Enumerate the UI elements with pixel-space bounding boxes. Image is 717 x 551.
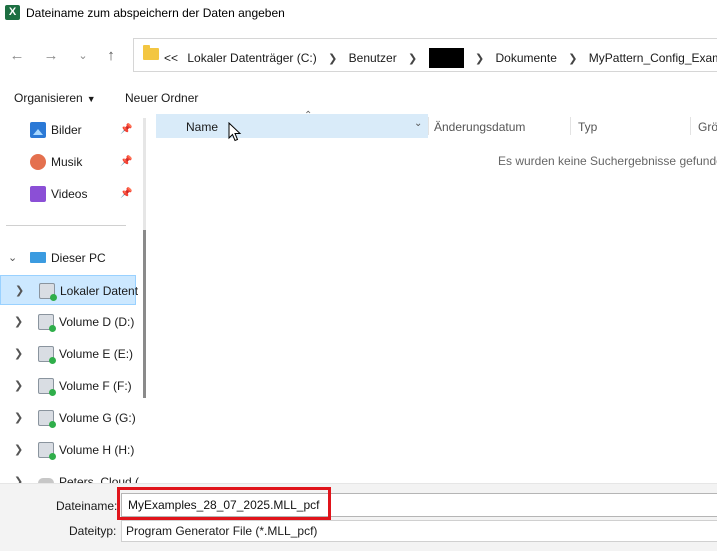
sidebar-item-videos[interactable]: Videos 📌 — [0, 179, 136, 209]
back-arrow-icon[interactable]: ← — [4, 42, 30, 68]
sidebar-item-drive-c[interactable]: ❯ Lokaler Datent — [0, 275, 139, 305]
window-title: Dateiname zum abspeichern der Daten ange… — [26, 6, 285, 20]
chevron-right-icon[interactable]: ❯ — [14, 379, 23, 392]
column-header-name[interactable]: ⌃ Name ⌄ — [156, 110, 428, 142]
sidebar-item-label: Dieser PC — [51, 251, 106, 265]
pin-icon[interactable]: 📌 — [120, 124, 132, 135]
sidebar-item-drive-g[interactable]: ❯ Volume G (G:) — [0, 403, 136, 433]
chevron-right-icon[interactable]: ❯ — [14, 347, 23, 360]
sidebar-item-label: Lokaler Datent — [60, 284, 139, 298]
caret-down-icon: ▼ — [86, 94, 96, 104]
videos-icon — [30, 186, 46, 202]
chevron-right-icon[interactable]: ❯ — [14, 411, 23, 424]
sidebar-item-pictures[interactable]: Bilder 📌 — [0, 115, 136, 145]
recent-locations-chevron-icon[interactable]: ⌄ — [70, 42, 96, 68]
column-header-size[interactable]: Grö — [698, 120, 717, 144]
sidebar-item-label: Volume F (F:) — [59, 379, 132, 393]
sidebar-item-drive-h[interactable]: ❯ Volume H (H:) — [0, 435, 136, 465]
sidebar-item-label: Bilder — [51, 123, 82, 137]
computer-icon — [30, 252, 46, 263]
breadcrumb-users[interactable]: Benutzer — [349, 51, 397, 65]
divider — [6, 225, 126, 226]
breadcrumb-documents[interactable]: Dokumente — [496, 51, 557, 65]
navigation-pane: Bilder 📌 Musik 📌 Videos 📌 ⌄ Dieser PC ❯ … — [0, 114, 150, 483]
chevron-down-icon[interactable]: ⌄ — [414, 118, 422, 129]
sidebar-item-label: Musik — [51, 155, 83, 169]
folder-icon — [143, 45, 159, 60]
redacted-username — [428, 48, 464, 68]
drive-icon — [38, 378, 56, 396]
empty-results-message: Es wurden keine Suchergebnisse gefunden. — [498, 154, 717, 168]
sidebar-item-drive-e[interactable]: ❯ Volume E (E:) — [0, 339, 136, 369]
breadcrumb: << Lokaler Datenträger (C:) ❯ Benutzer ❯… — [164, 48, 717, 68]
sidebar-item-label: Peters_Cloud ( — [59, 475, 140, 483]
chevron-right-icon[interactable]: ❯ — [408, 53, 417, 65]
sidebar-item-music[interactable]: Musik 📌 — [0, 147, 136, 177]
drive-icon — [38, 346, 56, 364]
music-icon — [30, 154, 46, 170]
chevron-down-icon[interactable]: ⌄ — [8, 251, 17, 264]
pin-icon[interactable]: 📌 — [120, 188, 132, 199]
drive-icon — [38, 314, 56, 332]
pictures-icon — [30, 122, 46, 138]
title-bar: X Dateiname zum abspeichern der Daten an… — [0, 0, 717, 28]
pin-icon[interactable]: 📌 — [120, 156, 132, 167]
mouse-cursor-icon — [228, 122, 242, 142]
chevron-right-icon[interactable]: ❯ — [14, 315, 23, 328]
save-options-panel: Dateiname: Dateityp: Program Generator F… — [0, 483, 717, 551]
column-header-date[interactable]: Änderungsdatum — [434, 120, 525, 144]
sidebar-item-drive-d[interactable]: ❯ Volume D (D:) — [0, 307, 136, 337]
up-arrow-icon[interactable]: ↑ — [98, 42, 124, 68]
file-list: ⌃ Name ⌄ Änderungsdatum Typ Grö Es wurde… — [150, 110, 717, 483]
column-divider[interactable] — [690, 117, 691, 135]
sidebar-item-label: Volume H (H:) — [59, 443, 135, 457]
chevron-right-icon[interactable]: ❯ — [475, 53, 484, 65]
forward-arrow-icon[interactable]: → — [38, 42, 64, 68]
filetype-label: Dateityp: — [69, 524, 117, 538]
sort-ascending-icon: ⌃ — [304, 110, 313, 121]
drive-icon — [38, 410, 56, 428]
annotation-highlight-box — [117, 487, 331, 520]
filename-label: Dateiname: — [56, 499, 118, 513]
sidebar-scrollbar-thumb[interactable] — [143, 230, 146, 398]
filetype-select[interactable]: Program Generator File (*.MLL_pcf) — [121, 520, 717, 542]
column-divider[interactable] — [428, 117, 429, 135]
sidebar-item-this-pc[interactable]: ⌄ Dieser PC — [0, 243, 136, 273]
breadcrumb-local-disk[interactable]: Lokaler Datenträger (C:) — [187, 51, 316, 65]
drive-icon — [39, 283, 57, 301]
chevron-right-icon[interactable]: ❯ — [568, 53, 577, 65]
sidebar-item-label: Volume E (E:) — [59, 347, 134, 361]
chevron-right-icon[interactable]: ❯ — [15, 284, 24, 297]
column-header-label: Name — [186, 120, 219, 134]
sidebar-item-drive-f[interactable]: ❯ Volume F (F:) — [0, 371, 136, 401]
sidebar-item-label: Volume G (G:) — [59, 411, 136, 425]
drive-icon — [38, 442, 56, 460]
column-divider[interactable] — [570, 117, 571, 135]
chevron-right-icon[interactable]: ❯ — [14, 475, 23, 483]
sidebar-item-label: Volume D (D:) — [59, 315, 135, 329]
excel-icon: X — [5, 5, 20, 20]
organize-label: Organisieren — [14, 91, 83, 105]
breadcrumb-current-folder[interactable]: MyPattern_Config_Examples — [589, 51, 717, 65]
new-folder-button[interactable]: Neuer Ordner — [125, 91, 198, 105]
sidebar-item-cloud[interactable]: ❯ Peters_Cloud ( — [0, 467, 140, 483]
chevron-right-icon[interactable]: ❯ — [14, 443, 23, 456]
organize-button[interactable]: Organisieren ▼ — [14, 91, 96, 105]
sidebar-item-label: Videos — [51, 187, 88, 201]
command-bar: Organisieren ▼ Neuer Ordner — [0, 84, 717, 112]
breadcrumb-overflow[interactable]: << — [164, 51, 178, 65]
column-header-type[interactable]: Typ — [578, 120, 597, 144]
chevron-right-icon[interactable]: ❯ — [328, 53, 337, 65]
address-bar[interactable]: << Lokaler Datenträger (C:) ❯ Benutzer ❯… — [133, 38, 717, 72]
